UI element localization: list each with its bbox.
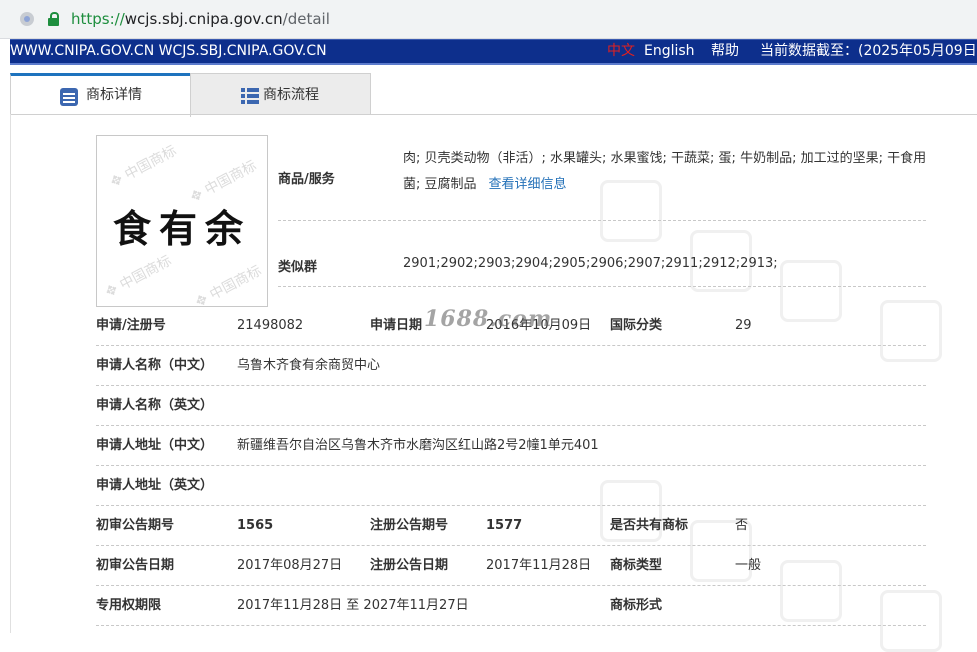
field-label: 申请人地址（中文） xyxy=(96,438,214,453)
similar-group-value: 2901;2902;2903;2904;2905;2906;2907;2911;… xyxy=(403,256,778,271)
data-as-of: 当前数据截至：(2025年05月09日) xyxy=(760,43,977,59)
goods-services-label: 商品/服务 xyxy=(278,172,335,187)
lang-chinese-link[interactable]: 中文 xyxy=(607,40,635,63)
url-scheme: https:// xyxy=(71,10,125,28)
detail-row: 初审公告日期 2017年08月27日 注册公告日期 2017年11月28日 商标… xyxy=(96,546,926,586)
field-label: 初审公告期号 xyxy=(96,518,175,533)
field-label: 申请人名称（中文） xyxy=(96,358,214,373)
site-name: WWW.CNIPA.GOV.CN WCJS.SBJ.CNIPA.GOV.CN xyxy=(10,43,327,59)
field-label: 申请人名称（英文） xyxy=(96,398,214,413)
field-value: 新疆维吾尔自治区乌鲁木齐市水磨沟区红山路2号2幢1单元401 xyxy=(237,438,599,453)
view-details-link[interactable]: 查看详细信息 xyxy=(489,177,567,192)
field-label: 国际分类 xyxy=(610,318,663,333)
help-link[interactable]: 帮助 xyxy=(711,40,739,63)
goods-services-value: 肉; 贝壳类动物（非活）; 水果罐头; 水果蜜饯; 干蔬菜; 蛋; 牛奶制品; … xyxy=(403,146,928,198)
field-value: 一般 xyxy=(735,558,762,573)
field-label: 注册公告日期 xyxy=(370,558,449,573)
image-stamp-decoration: ✥ 中国商标 xyxy=(192,262,265,307)
overlay-watermark: 1688.com xyxy=(424,306,553,332)
detail-row: 初审公告期号 1565 注册公告期号 1577 是否共有商标 否 xyxy=(96,506,926,546)
url-host: wcjs.sbj.cnipa.gov.cn xyxy=(124,10,283,28)
detail-row: 申请人地址（中文） 新疆维吾尔自治区乌鲁木齐市水磨沟区红山路2号2幢1单元401 xyxy=(96,426,926,466)
site-header: WWW.CNIPA.GOV.CN WCJS.SBJ.CNIPA.GOV.CN 中… xyxy=(10,39,977,65)
trademark-image[interactable]: ✥ 中国商标 ✥ 中国商标 ✥ 中国商标 ✥ 中国商标 食有余 xyxy=(96,135,268,307)
document-list-icon xyxy=(60,88,78,106)
similar-group-label: 类似群 xyxy=(278,260,318,275)
tab-label: 商标流程 xyxy=(263,87,319,103)
field-value: 乌鲁木齐食有余商贸中心 xyxy=(237,358,381,373)
tab-label: 商标详情 xyxy=(86,87,142,103)
lang-english-link[interactable]: English xyxy=(644,40,695,63)
tab-trademark-process[interactable]: 商标流程 xyxy=(190,73,371,115)
field-label: 申请日期 xyxy=(370,318,423,333)
field-value: 否 xyxy=(735,518,749,533)
field-label: 商标类型 xyxy=(610,558,663,573)
browser-address-bar: https://wcjs.sbj.cnipa.gov.cn/detail xyxy=(0,0,977,39)
trademark-mark-text: 食有余 xyxy=(112,206,251,251)
tab-divider xyxy=(10,114,977,115)
detail-row: 专用权期限 2017年11月28日 至 2027年11月27日 商标形式 xyxy=(96,586,926,626)
field-label: 商标形式 xyxy=(610,598,663,613)
field-label: 专用权期限 xyxy=(96,598,162,613)
image-stamp-decoration: ✥ 中国商标 xyxy=(107,142,180,191)
field-value: 21498082 xyxy=(237,318,304,333)
tab-bar: 商标详情 商标流程 xyxy=(10,73,977,117)
list-icon xyxy=(241,88,259,104)
site-info-icon[interactable] xyxy=(20,12,34,26)
lock-icon[interactable] xyxy=(48,12,59,26)
field-value: 1577 xyxy=(486,518,523,533)
field-value: 2017年08月27日 xyxy=(237,558,343,573)
url-path: /detail xyxy=(282,10,330,28)
field-value: 1565 xyxy=(237,518,274,533)
field-value: 29 xyxy=(735,318,752,333)
detail-row: 申请人名称（英文） xyxy=(96,386,926,426)
detail-row: 申请人名称（中文） 乌鲁木齐食有余商贸中心 xyxy=(96,346,926,386)
detail-row: 申请人地址（英文） xyxy=(96,466,926,506)
image-stamp-decoration: ✥ 中国商标 xyxy=(102,252,175,301)
field-label: 申请人地址（英文） xyxy=(96,478,214,493)
divider xyxy=(278,220,926,221)
url-field[interactable]: https://wcjs.sbj.cnipa.gov.cn/detail xyxy=(71,10,330,28)
goods-services-text: 肉; 贝壳类动物（非活）; 水果罐头; 水果蜜饯; 干蔬菜; 蛋; 牛奶制品; … xyxy=(403,151,927,192)
field-label: 申请/注册号 xyxy=(96,318,166,333)
field-value: 2017年11月28日 xyxy=(486,558,592,573)
field-label: 是否共有商标 xyxy=(610,518,689,533)
content-border xyxy=(10,114,11,633)
field-value: 2017年11月28日 至 2027年11月27日 xyxy=(237,598,469,613)
tab-trademark-details[interactable]: 商标详情 xyxy=(10,73,191,117)
divider xyxy=(278,286,926,287)
field-label: 注册公告期号 xyxy=(370,518,449,533)
field-label: 初审公告日期 xyxy=(96,558,175,573)
